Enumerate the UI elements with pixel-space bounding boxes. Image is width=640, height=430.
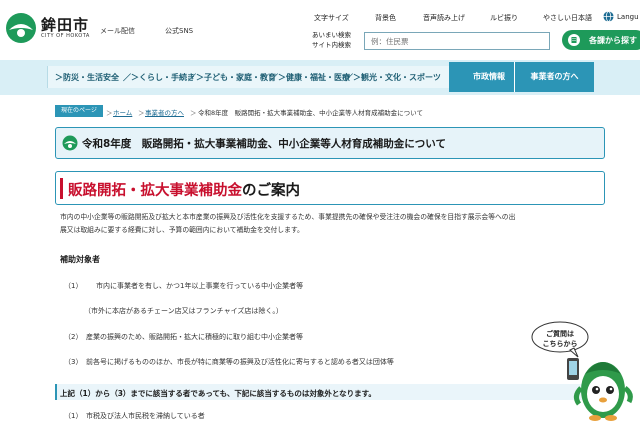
target-num: （2） [64,333,83,341]
target-item: 前各号に掲げるもののほか、市長が特に商業等の振興及び活性化に寄与すると認める者又… [86,358,394,366]
mascot-chatbot-icon[interactable] [565,352,640,422]
target-item: （市外に本店があるチェーン店又はフランチャイズ店は除く。） [84,307,283,315]
exclusion-note: 上記（1）から（3）までに該当する者であっても、下記に該当するものは対象外となり… [60,389,376,398]
page-title: 令和8年度 販路開拓・拡大事業補助金、中小企業等人材育成補助金について [82,138,446,150]
chat-prompt[interactable]: ご質問は こちらから [534,329,586,349]
logo-subtext: CITY OF HOKOTA [41,33,90,39]
language-button[interactable]: Langu [617,13,639,21]
city-logo-icon[interactable] [5,12,37,44]
nav-item-tourism[interactable]: ／＞観光・文化・スポーツ [345,72,441,83]
for-business-button[interactable]: 事業者の方へ [514,62,594,92]
intro-paragraph: 市内の中小企業等の販路開拓及び拡大と本市産業の振興及び活性化を支援するため、事業… [60,213,516,234]
nav-item-health[interactable]: ／＞健康・福祉・医療 [270,72,350,83]
site-header: 鉾田市 CITY OF HOKOTA メール配信 公式SNS 文字サイズ 背景色… [0,0,640,60]
breadcrumb-home[interactable]: ホーム [113,107,132,117]
easy-japanese-button[interactable]: やさしい日本語 [543,13,592,23]
nav-item-disaster[interactable]: ＞防災・生活安全 [55,72,119,83]
search-by-department-button[interactable]: 各課から探す [562,30,640,50]
breadcrumb-current-label: 現在のページ [55,105,103,117]
nav-item-children[interactable]: ／＞子ども・家庭・教育 [188,72,276,83]
target-num: （3） [64,358,83,366]
font-size-button[interactable]: 文字サイズ [314,13,349,23]
target-item: 市内に事業者を有し、かつ1年以上事業を行っている中小企業者等 [96,282,304,290]
exclusion-num: （1） [64,412,83,420]
breadcrumb-business[interactable]: 事業者の方へ [145,107,184,117]
search-label: あいまい検索 サイト内検索 [312,31,351,49]
target-heading: 補助対象者 [60,255,100,264]
breadcrumb-current: 令和8年度 販路開拓・拡大事業補助金、中小企業等人材育成補助金について [198,109,423,117]
ruby-button[interactable]: ルビ振り [490,13,518,23]
site-search-input[interactable] [364,32,550,50]
target-item: 産業の振興のため、販路開拓・拡大に積極的に取り組む中小企業者等 [86,333,303,341]
globe-icon[interactable] [603,11,614,22]
bg-color-button[interactable]: 背景色 [375,13,396,23]
section-heading: 販路開拓・拡大事業補助金のご案内 [68,183,300,199]
mail-delivery-link[interactable]: メール配信 [100,26,135,36]
logo-text[interactable]: 鉾田市 [41,14,89,35]
city-mark-icon [62,135,78,151]
target-num: （1） [64,282,83,290]
section-heading-accent [60,178,63,199]
nav-item-living[interactable]: ／＞くらし・手続き [123,72,195,83]
official-sns-link[interactable]: 公式SNS [165,26,193,36]
text-to-speech-button[interactable]: 音声読み上げ [423,13,465,23]
exclusion-item: 市税及び法人市民税を滞納している者 [86,412,205,420]
building-icon [568,34,580,46]
